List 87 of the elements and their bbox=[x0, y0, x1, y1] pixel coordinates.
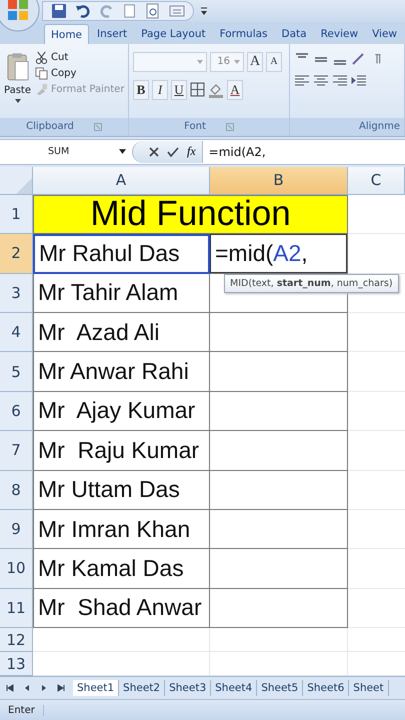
row-header[interactable]: 1 bbox=[0, 194, 33, 234]
underline-button[interactable]: U bbox=[171, 80, 187, 100]
sheet-tab[interactable]: Sheet1 bbox=[73, 680, 120, 696]
row-header[interactable]: 7 bbox=[0, 431, 33, 470]
name-cell: Mr Ajay Kumar bbox=[33, 392, 210, 432]
scissors-icon bbox=[35, 50, 48, 64]
next-sheet-icon[interactable] bbox=[40, 684, 48, 692]
insert-function-button[interactable]: fx bbox=[187, 144, 196, 160]
editing-cell[interactable]: =mid(A2, bbox=[210, 234, 347, 273]
ribbon-tab[interactable]: Insert bbox=[91, 24, 134, 44]
borders-icon[interactable] bbox=[190, 82, 205, 98]
document-icon[interactable] bbox=[123, 2, 137, 19]
first-sheet-icon[interactable] bbox=[6, 684, 14, 692]
row-header[interactable]: 3 bbox=[0, 274, 33, 313]
caret-icon bbox=[14, 98, 20, 103]
column-header[interactable]: A bbox=[33, 166, 210, 195]
name-cell: Mr Azad Ali bbox=[33, 312, 210, 352]
formula-field[interactable]: =mid(A2, bbox=[202, 144, 266, 159]
sheet-tab[interactable]: Sheet6 bbox=[303, 680, 350, 696]
print-preview-icon[interactable] bbox=[145, 2, 161, 19]
name-cell: Mr Anwar Rahi bbox=[33, 352, 210, 392]
status-mode: Enter bbox=[0, 704, 44, 716]
ribbon-tab[interactable]: Formulas bbox=[214, 24, 274, 44]
italic-button[interactable]: I bbox=[152, 80, 168, 100]
row-header[interactable]: 13 bbox=[0, 652, 33, 676]
save-icon[interactable] bbox=[51, 2, 67, 19]
row-header[interactable]: 6 bbox=[0, 392, 33, 432]
font-color-button[interactable]: A bbox=[227, 80, 243, 100]
title-cell: Mid Function bbox=[33, 194, 348, 234]
name-cell: Mr Imran Khan bbox=[33, 510, 210, 550]
name-cell: Mr Shad Anwar bbox=[33, 588, 210, 628]
name-cell: Mr Uttam Das bbox=[33, 470, 210, 510]
bold-button[interactable]: B bbox=[133, 80, 149, 100]
row-header[interactable]: 8 bbox=[0, 470, 33, 510]
paste-button[interactable]: Paste bbox=[4, 48, 31, 114]
name-cell: Mr Kamal Das bbox=[33, 549, 210, 589]
column-header[interactable]: B bbox=[210, 166, 348, 195]
grow-font-button[interactable]: A bbox=[247, 52, 263, 72]
name-cell: Mr Rahul Das bbox=[33, 234, 210, 274]
sheet-tab[interactable]: Sheet4 bbox=[211, 680, 258, 696]
ribbon-tab[interactable]: Review bbox=[314, 24, 364, 44]
ribbon-tab[interactable]: View bbox=[366, 24, 403, 44]
caret-icon bbox=[197, 60, 203, 64]
row-header[interactable]: 10 bbox=[0, 549, 33, 589]
function-tooltip: MID(text, start_num, num_chars) bbox=[224, 274, 399, 294]
shrink-font-button[interactable]: A bbox=[266, 52, 282, 72]
caret-icon bbox=[119, 149, 126, 154]
ribbon-tab[interactable]: Page Layout bbox=[135, 24, 212, 44]
triangle-icon bbox=[16, 178, 32, 194]
sheet-tab[interactable]: Sheet2 bbox=[119, 680, 166, 696]
previous-sheet-icon[interactable] bbox=[23, 684, 31, 692]
column-header[interactable]: C bbox=[348, 166, 405, 195]
form-icon[interactable] bbox=[169, 2, 185, 19]
align-right-icon[interactable] bbox=[332, 74, 348, 88]
name-box[interactable]: SUM bbox=[0, 146, 132, 158]
customize-icon[interactable] bbox=[200, 6, 208, 16]
sheet-tab[interactable]: Sheet3 bbox=[165, 680, 212, 696]
group-label: Alignme bbox=[359, 121, 400, 132]
font-name-field[interactable] bbox=[133, 52, 207, 72]
brush-icon bbox=[35, 82, 48, 96]
align-center-icon[interactable] bbox=[313, 74, 329, 88]
indent-icon[interactable] bbox=[351, 74, 367, 88]
clipboard-command[interactable]: Copy bbox=[35, 66, 124, 80]
group-label: Font bbox=[184, 121, 206, 132]
row-header[interactable]: 2 bbox=[0, 234, 33, 274]
enter-icon[interactable] bbox=[167, 146, 179, 157]
row-header[interactable]: 12 bbox=[0, 628, 33, 652]
row-header[interactable]: 4 bbox=[0, 312, 33, 352]
row-header[interactable]: 9 bbox=[0, 510, 33, 550]
align-left-icon[interactable] bbox=[294, 74, 310, 88]
name-cell: Mr Raju Kumar bbox=[33, 431, 210, 470]
ribbon-tab[interactable]: Data bbox=[276, 24, 313, 44]
clipboard-command[interactable]: Cut bbox=[35, 50, 124, 64]
copy-icon bbox=[35, 66, 48, 80]
clipboard-icon bbox=[6, 52, 28, 82]
undo-icon[interactable] bbox=[75, 2, 91, 19]
sheet-tab[interactable]: Sheet bbox=[349, 680, 389, 696]
caret-icon bbox=[234, 60, 240, 64]
sheet-tab[interactable]: Sheet5 bbox=[257, 680, 304, 696]
name-cell: Mr Tahir Alam bbox=[33, 274, 210, 313]
row-header[interactable]: 5 bbox=[0, 352, 33, 392]
cancel-icon[interactable] bbox=[149, 146, 159, 157]
ribbon-tab[interactable]: Home bbox=[44, 24, 90, 44]
fill-color-icon[interactable] bbox=[208, 82, 224, 98]
last-sheet-icon[interactable] bbox=[57, 684, 65, 692]
row-header[interactable]: 11 bbox=[0, 588, 33, 628]
group-label: Clipboard bbox=[26, 121, 74, 132]
